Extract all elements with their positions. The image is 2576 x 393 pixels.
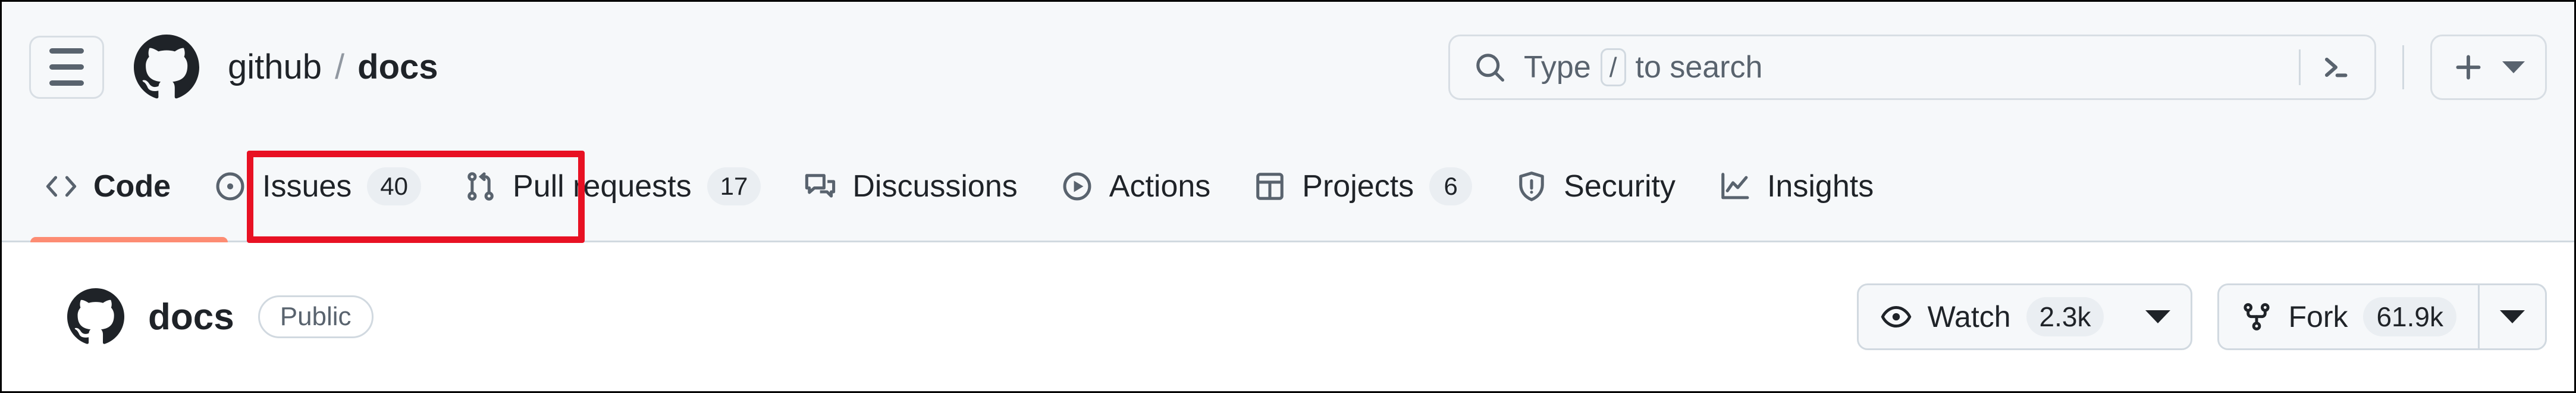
- global-header-actions: Type / to search: [1448, 34, 2574, 100]
- search-input[interactable]: Type / to search: [1448, 34, 2376, 100]
- global-header: github / docs Type / to search: [2, 2, 2574, 132]
- tab-projects[interactable]: Projects 6: [1232, 151, 1493, 222]
- hamburger-menu-button[interactable]: [29, 35, 104, 99]
- repository-title-group: docs Public: [67, 288, 374, 345]
- tab-label: Pull requests: [513, 169, 692, 204]
- tab-label: Projects: [1302, 169, 1414, 204]
- tab-actions[interactable]: Actions: [1039, 151, 1232, 222]
- repository-header: docs Public Watch 2.3k Fork 61.9k: [2, 242, 2574, 391]
- watch-button-label: Watch: [1927, 300, 2011, 333]
- terminal-icon[interactable]: [2317, 49, 2354, 86]
- active-tab-underline: [30, 237, 228, 242]
- tab-issues[interactable]: Issues 40: [192, 151, 443, 222]
- watch-button[interactable]: Watch 2.3k: [1856, 283, 2193, 350]
- tab-count-badge: 40: [367, 167, 422, 205]
- plus-icon: [2452, 51, 2484, 83]
- breadcrumb-separator: /: [335, 48, 345, 86]
- hamburger-icon-line: [49, 80, 84, 86]
- github-repo-header-screenshot: github / docs Type / to search Code Issu…: [0, 0, 2576, 393]
- tab-count-badge: 17: [707, 167, 761, 205]
- fork-count: 61.9k: [2363, 297, 2456, 336]
- tab-pull-requests[interactable]: Pull requests 17: [443, 151, 782, 222]
- search-placeholder-suffix: to search: [1635, 49, 1763, 85]
- eye-icon: [1880, 301, 1912, 333]
- chevron-down-icon: [2145, 310, 2171, 323]
- search-kbd-shortcut: /: [1600, 48, 1626, 86]
- breadcrumb-repo[interactable]: docs: [357, 47, 438, 87]
- tab-label: Issues: [262, 169, 352, 204]
- github-mark-icon: [67, 288, 124, 345]
- search-placeholder: Type / to search: [1524, 48, 1762, 86]
- repository-nav-tabs: Code Issues 40 Pull requests 17 Discussi…: [2, 132, 2574, 242]
- tab-label: Security: [1564, 169, 1676, 204]
- watch-dropdown-toggle[interactable]: [2125, 285, 2191, 348]
- repository-actions: Watch 2.3k Fork 61.9k: [1856, 283, 2547, 350]
- github-logo-icon[interactable]: [134, 34, 199, 100]
- search-divider: [2299, 49, 2301, 85]
- header-divider: [2402, 45, 2404, 89]
- tab-discussions[interactable]: Discussions: [782, 151, 1038, 222]
- watch-button-main[interactable]: Watch 2.3k: [1859, 285, 2126, 348]
- create-new-button[interactable]: [2430, 34, 2547, 100]
- hamburger-icon-line: [49, 48, 84, 54]
- chevron-down-icon: [2502, 61, 2525, 73]
- repo-forked-icon: [2241, 301, 2273, 333]
- hamburger-icon-line: [49, 64, 84, 70]
- tab-label: Discussions: [852, 169, 1018, 204]
- graph-icon: [1718, 170, 1752, 203]
- table-icon: [1253, 170, 1287, 203]
- play-icon: [1060, 170, 1094, 203]
- tab-label: Code: [93, 169, 171, 204]
- visibility-badge: Public: [258, 295, 374, 338]
- code-icon: [45, 170, 78, 203]
- breadcrumb-owner[interactable]: github: [228, 47, 322, 87]
- watch-count: 2.3k: [2026, 297, 2104, 336]
- tab-label: Insights: [1767, 169, 1874, 204]
- fork-button[interactable]: Fork 61.9k: [2217, 283, 2547, 350]
- git-pull-request-icon: [464, 170, 497, 203]
- comment-discussion-icon: [804, 170, 837, 203]
- tab-code[interactable]: Code: [23, 151, 192, 222]
- issue-opened-icon: [214, 170, 247, 203]
- fork-button-label: Fork: [2288, 300, 2348, 333]
- fork-button-main[interactable]: Fork 61.9k: [2219, 285, 2478, 348]
- shield-icon: [1515, 170, 1548, 203]
- search-trailing-actions: [2299, 49, 2354, 86]
- fork-dropdown-toggle[interactable]: [2478, 285, 2545, 348]
- tab-security[interactable]: Security: [1493, 151, 1697, 222]
- chevron-down-icon: [2500, 310, 2525, 323]
- tab-label: Actions: [1109, 169, 1211, 204]
- search-icon: [1474, 51, 1506, 83]
- repository-name[interactable]: docs: [148, 296, 234, 338]
- tab-insights[interactable]: Insights: [1697, 151, 1895, 222]
- search-placeholder-prefix: Type: [1524, 49, 1591, 85]
- tab-count-badge: 6: [1429, 167, 1473, 205]
- breadcrumb: github / docs: [228, 47, 438, 87]
